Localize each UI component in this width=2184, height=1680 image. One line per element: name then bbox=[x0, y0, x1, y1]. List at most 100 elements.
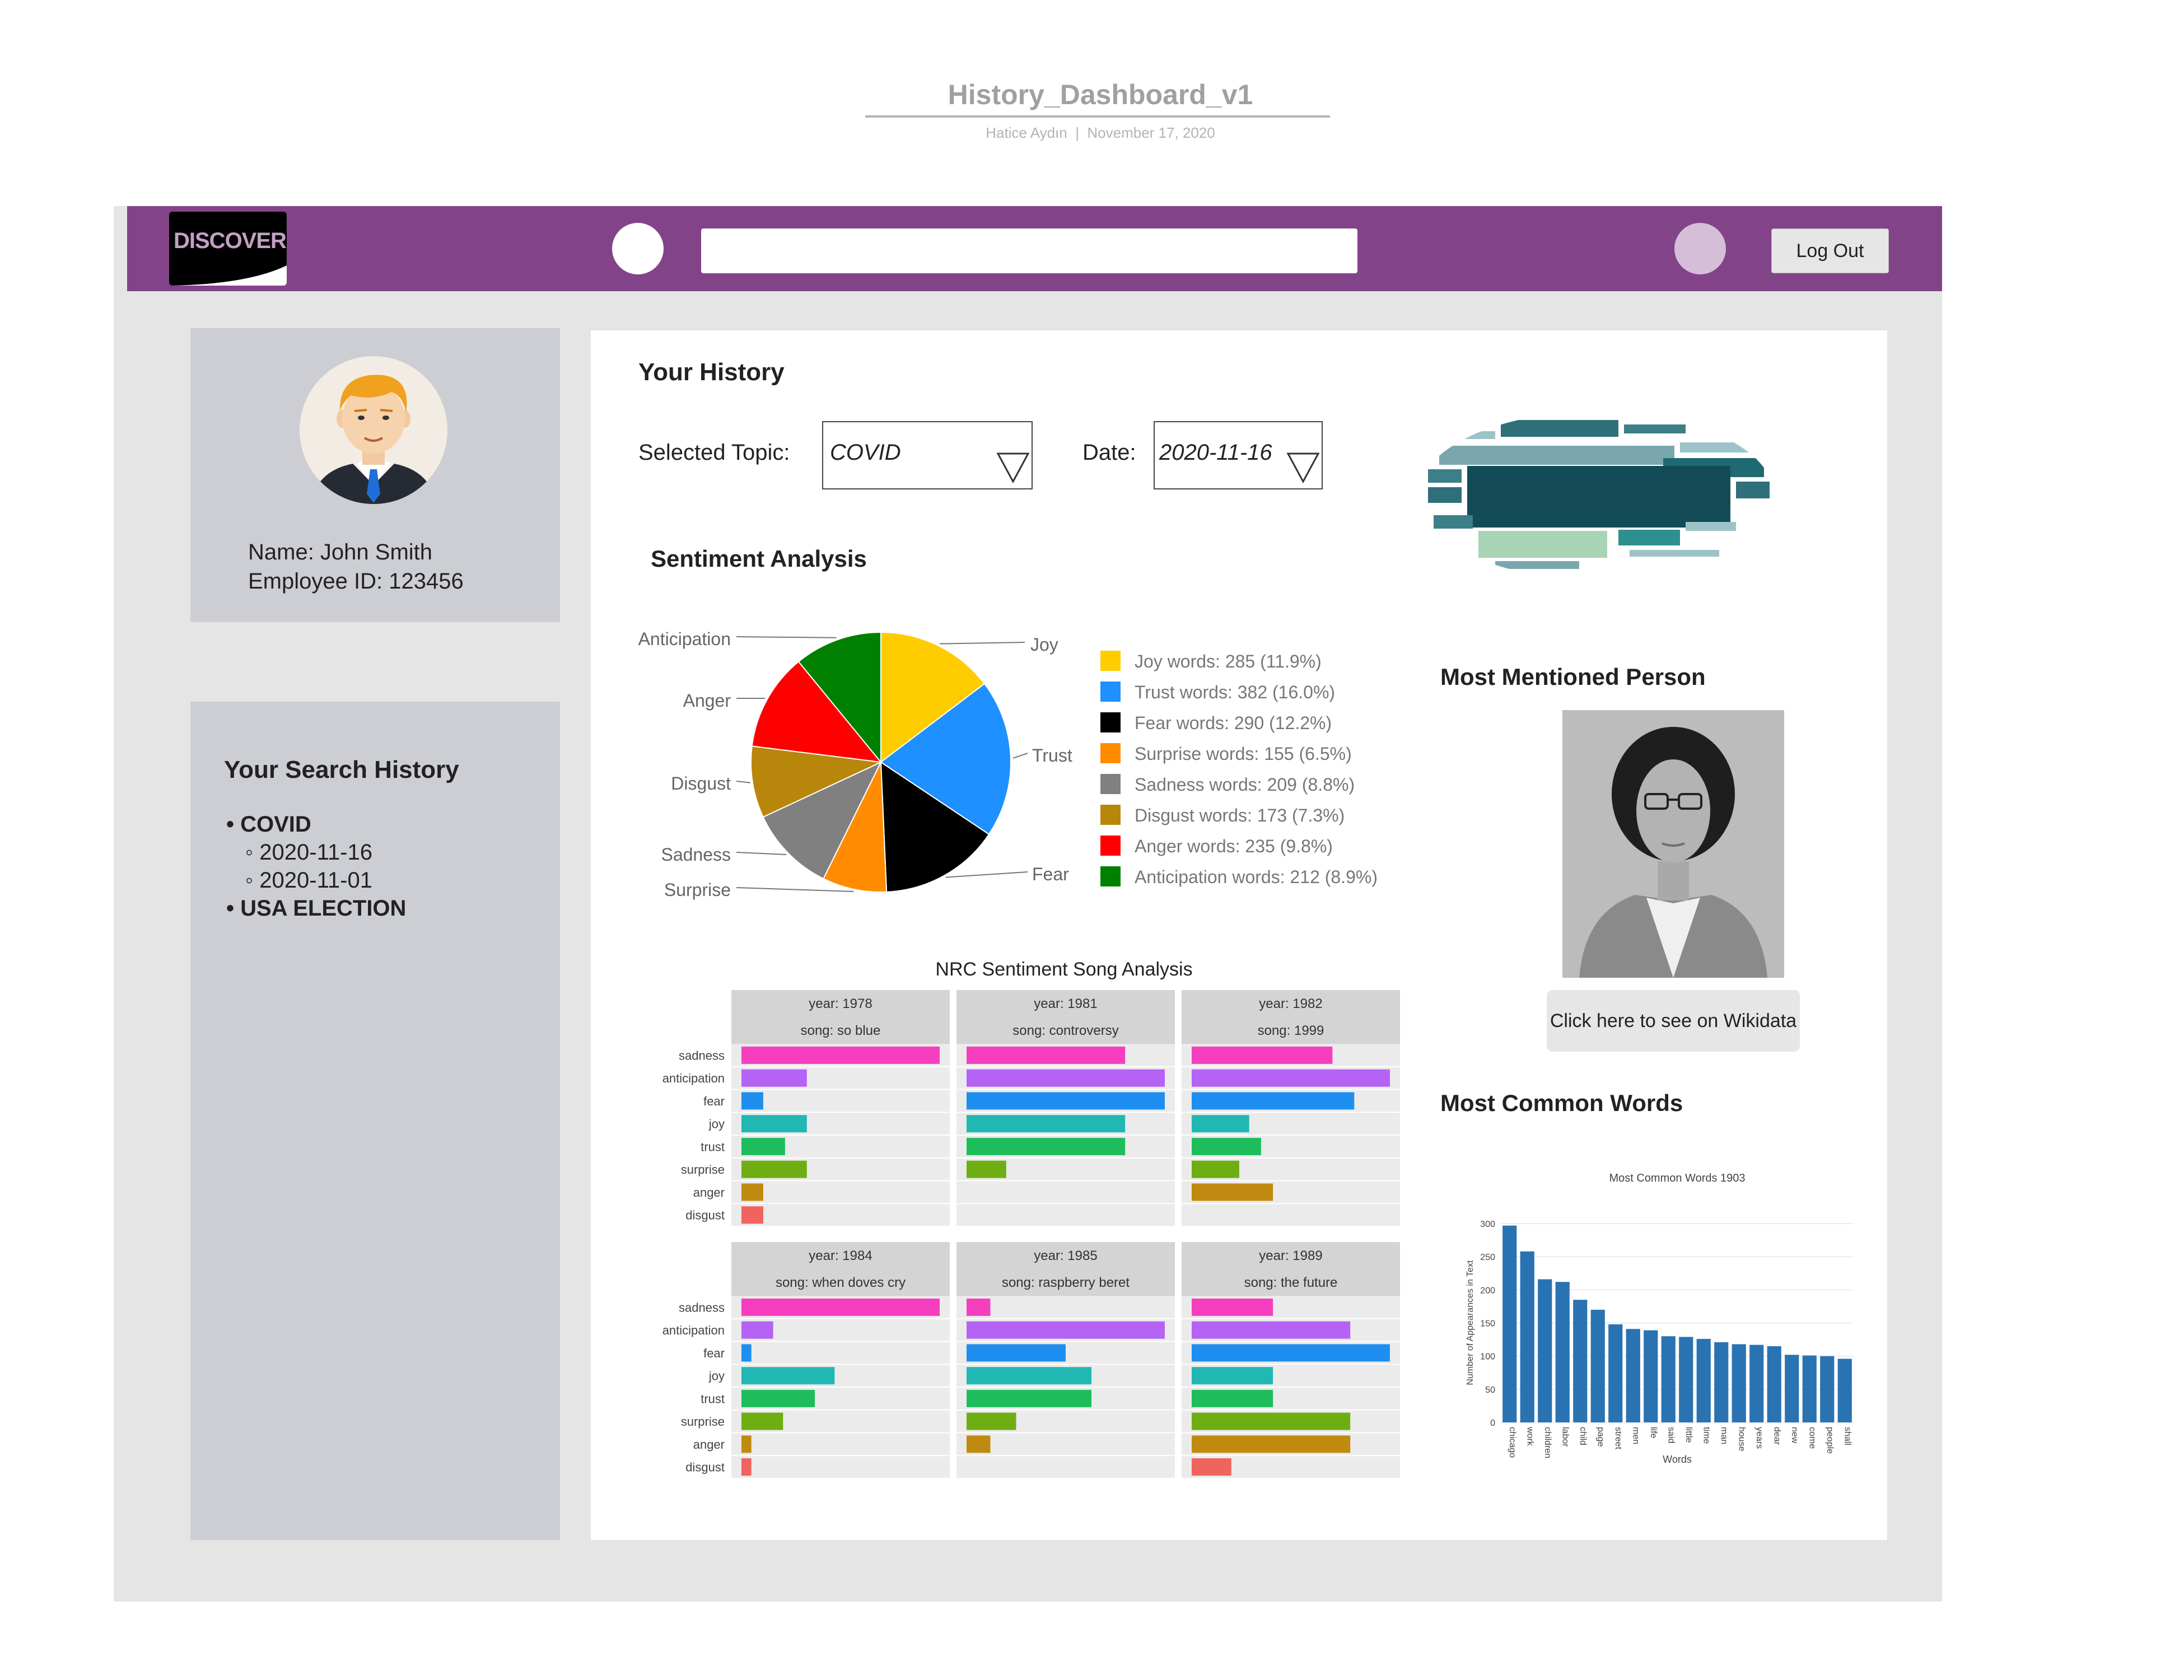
song-bar-joy bbox=[1192, 1367, 1273, 1385]
song-bar-fear bbox=[1192, 1344, 1390, 1362]
x-tick-label: child bbox=[1578, 1427, 1588, 1445]
legend-entry: Anger words: 235 (9.8%) bbox=[1135, 836, 1333, 856]
word-bar-men bbox=[1626, 1329, 1640, 1422]
history-subitem-date[interactable]: ◦ 2020-11-16 bbox=[245, 840, 372, 865]
song-bar-anticipation bbox=[967, 1069, 1165, 1087]
topic-select-value: COVID bbox=[830, 440, 901, 465]
x-tick-label: labor bbox=[1560, 1427, 1570, 1447]
y-tick-label: 250 bbox=[1480, 1253, 1495, 1262]
legend-entry: Fear words: 290 (12.2%) bbox=[1135, 713, 1332, 733]
avatar bbox=[300, 356, 447, 504]
category-tick-label: sadness bbox=[679, 1048, 725, 1062]
x-tick-label: shall bbox=[1842, 1427, 1852, 1445]
document-date: November 17, 2020 bbox=[1087, 124, 1215, 141]
word-bar-work bbox=[1520, 1251, 1534, 1422]
legend-entry: Sadness words: 209 (8.8%) bbox=[1135, 774, 1355, 795]
x-tick-label: people bbox=[1825, 1427, 1835, 1454]
logout-button[interactable]: Log Out bbox=[1771, 228, 1889, 273]
song-bar-surprise bbox=[967, 1160, 1006, 1178]
song-bar-surprise bbox=[741, 1160, 807, 1178]
pie-slice-label: Trust bbox=[1032, 745, 1072, 766]
pie-slice-label: Anger bbox=[683, 690, 731, 711]
facet-song: song: the future bbox=[1244, 1275, 1338, 1290]
date-select[interactable]: 2020-11-16 bbox=[1154, 421, 1323, 489]
x-tick-label: house bbox=[1737, 1427, 1746, 1452]
pie-slice-label: Sadness bbox=[661, 844, 731, 865]
word-bar-new bbox=[1785, 1355, 1799, 1422]
word-bar-page bbox=[1590, 1309, 1605, 1422]
topic-select[interactable]: COVID bbox=[822, 421, 1033, 489]
legend-swatch bbox=[1100, 743, 1121, 763]
song-bar-trust bbox=[967, 1389, 1092, 1407]
pie-leader-line bbox=[736, 852, 787, 856]
history-subitem-date[interactable]: ◦ 2020-11-01 bbox=[245, 868, 372, 893]
song-bar-fear bbox=[741, 1344, 752, 1362]
word-bar-little bbox=[1679, 1337, 1693, 1422]
x-tick-label: children bbox=[1543, 1427, 1552, 1458]
facet-year: year: 1978 bbox=[809, 996, 872, 1011]
search-input[interactable] bbox=[701, 228, 1357, 273]
x-tick-label: new bbox=[1790, 1427, 1799, 1444]
date-select-value: 2020-11-16 bbox=[1159, 440, 1272, 465]
pie-slice-label: Fear bbox=[1032, 864, 1069, 884]
sentiment-analysis-title: Sentiment Analysis bbox=[651, 545, 867, 572]
facet-year: year: 1984 bbox=[809, 1248, 872, 1263]
song-bar-anger bbox=[741, 1435, 752, 1453]
song-chart-title: NRC Sentiment Song Analysis bbox=[935, 959, 1192, 980]
history-item-covid[interactable]: • COVID bbox=[226, 812, 311, 837]
song-bar-anticipation bbox=[741, 1069, 807, 1087]
song-bar-joy bbox=[967, 1115, 1126, 1133]
pie-slice-label: Joy bbox=[1030, 634, 1058, 655]
pie-slice-label: Surprise bbox=[664, 880, 731, 900]
song-bar-anger bbox=[1192, 1435, 1351, 1453]
song-bar-anger bbox=[741, 1183, 763, 1201]
y-tick-label: 200 bbox=[1480, 1286, 1495, 1295]
y-tick-label: 150 bbox=[1480, 1319, 1495, 1329]
person-photo bbox=[1562, 710, 1784, 978]
song-bar-fear bbox=[967, 1092, 1165, 1110]
category-tick-label: anger bbox=[693, 1438, 725, 1452]
song-bar-anger bbox=[967, 1435, 991, 1453]
song-bar-sadness bbox=[1192, 1046, 1333, 1064]
x-tick-label: men bbox=[1631, 1427, 1640, 1444]
profile-name: Name: John Smith bbox=[248, 540, 433, 564]
discover-logo[interactable]: DISCOVER bbox=[169, 212, 287, 286]
legend-swatch bbox=[1100, 836, 1121, 856]
song-bar-joy bbox=[741, 1367, 835, 1385]
word-bar-shall bbox=[1837, 1359, 1852, 1422]
category-tick-label: anticipation bbox=[662, 1323, 725, 1337]
word-bar-man bbox=[1714, 1342, 1729, 1422]
song-bar-trust bbox=[741, 1137, 785, 1155]
song-bar-trust bbox=[1192, 1137, 1261, 1155]
category-tick-label: joy bbox=[708, 1117, 725, 1131]
x-tick-label: dear bbox=[1772, 1427, 1781, 1445]
category-tick-label: anticipation bbox=[662, 1071, 725, 1085]
date-label: Date: bbox=[1082, 440, 1136, 465]
topic-label: Selected Topic: bbox=[638, 440, 790, 465]
legend-entry: Disgust words: 173 (7.3%) bbox=[1135, 805, 1345, 825]
dropdown-triangle-icon bbox=[1286, 452, 1320, 484]
song-bar-anticipation bbox=[1192, 1321, 1351, 1339]
song-bar-joy bbox=[1192, 1115, 1249, 1133]
word-bar-child bbox=[1573, 1300, 1588, 1422]
legend-entry: Surprise words: 155 (6.5%) bbox=[1135, 744, 1352, 764]
category-tick-label: anger bbox=[693, 1186, 725, 1200]
search-history-title: Your Search History bbox=[224, 756, 459, 783]
x-tick-label: said bbox=[1666, 1427, 1676, 1443]
x-tick-label: work bbox=[1525, 1426, 1534, 1446]
word-bar-labor bbox=[1555, 1282, 1570, 1422]
pie-leader-line bbox=[1012, 753, 1028, 759]
song-bar-surprise bbox=[741, 1412, 783, 1430]
search-icon[interactable] bbox=[612, 223, 664, 274]
song-bar-joy bbox=[967, 1367, 1092, 1385]
pie-slice-label: Anticipation bbox=[638, 629, 731, 649]
history-item-usa-election[interactable]: • USA ELECTION bbox=[226, 896, 406, 921]
x-tick-label: time bbox=[1701, 1427, 1711, 1444]
song-bar-sadness bbox=[967, 1046, 1126, 1064]
x-tick-label: street bbox=[1613, 1427, 1623, 1450]
word-bar-house bbox=[1732, 1344, 1746, 1422]
wikidata-button[interactable]: Click here to see on Wikidata bbox=[1547, 990, 1800, 1052]
user-avatar-icon[interactable] bbox=[1674, 223, 1726, 274]
legend-swatch bbox=[1100, 805, 1121, 825]
category-tick-label: fear bbox=[703, 1094, 725, 1108]
